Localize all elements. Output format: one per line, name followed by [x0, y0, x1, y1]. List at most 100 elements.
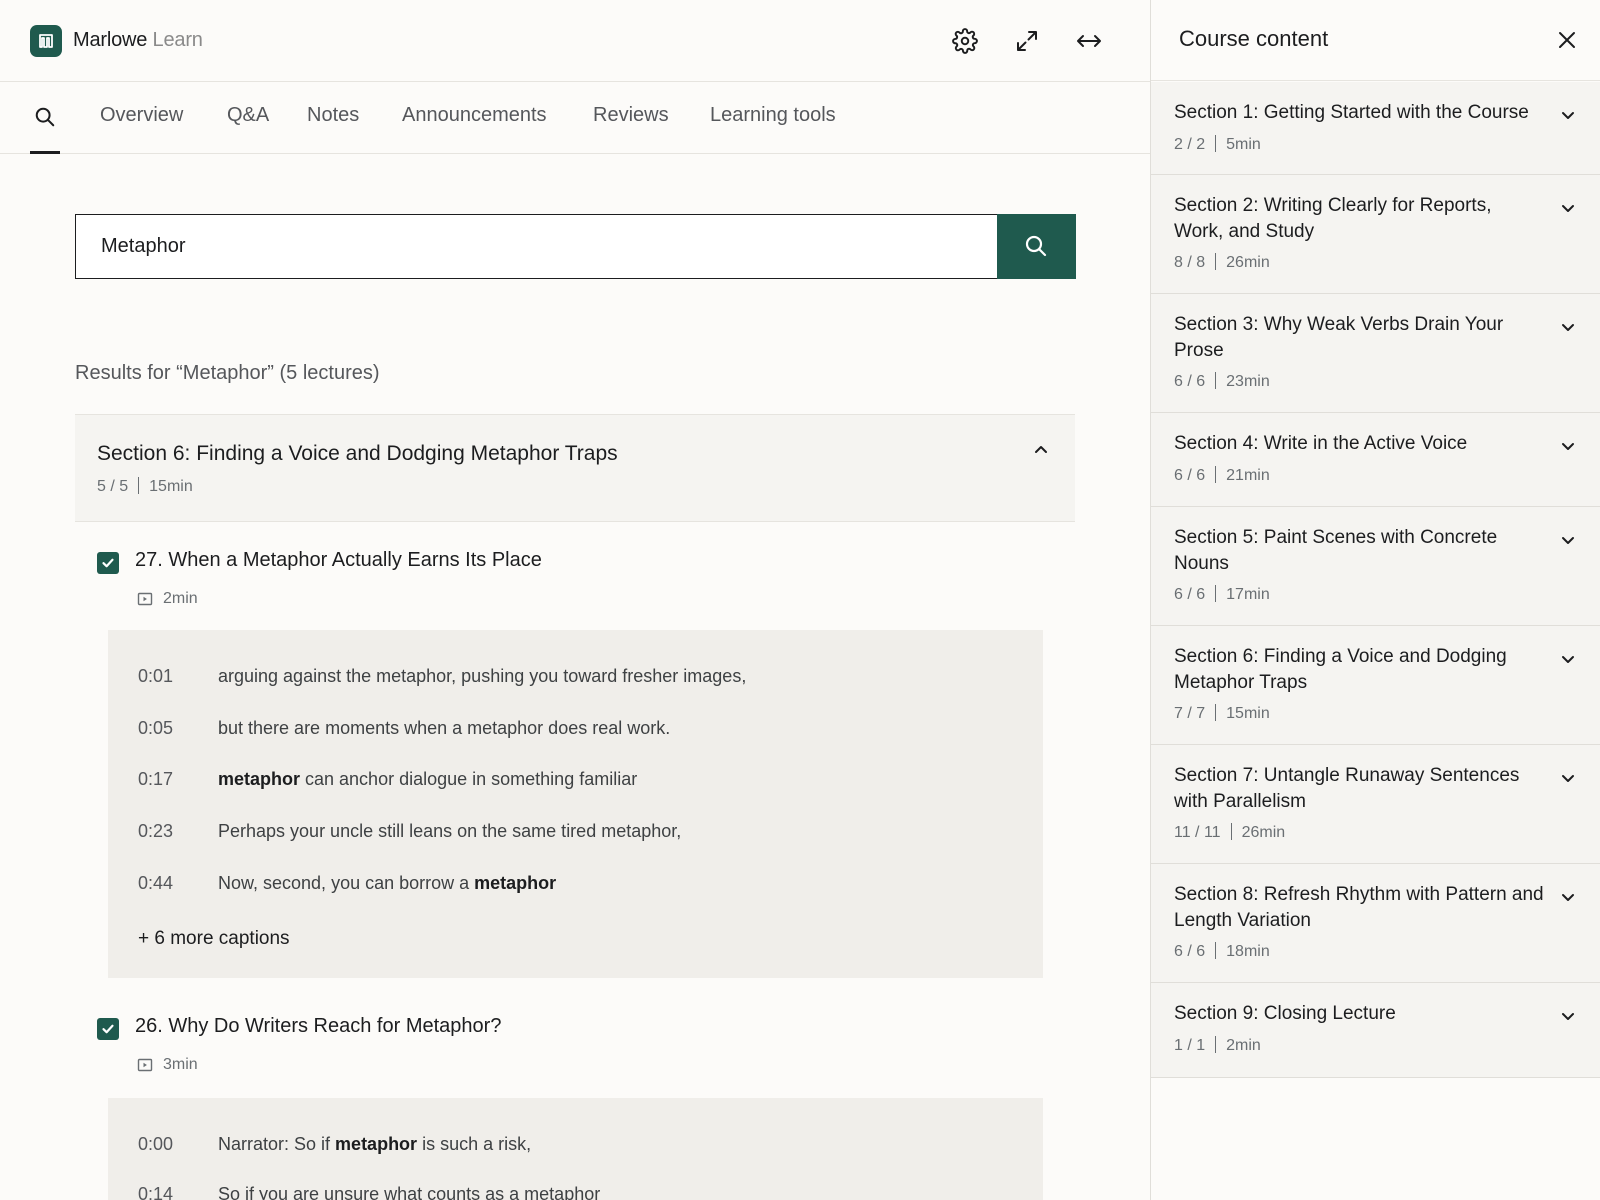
lecture-duration-text: 2min: [163, 590, 198, 607]
video-icon: [137, 1058, 153, 1072]
more-captions-link[interactable]: + 6 more captions: [138, 928, 290, 950]
sidebar-section-meta: 1 / 1 2min: [1174, 1036, 1261, 1055]
sidebar-section-progress: 7 / 7: [1174, 705, 1206, 722]
chevron-down-icon: [1559, 1007, 1577, 1030]
sidebar-section-duration: 18min: [1226, 943, 1270, 960]
sidebar-section-progress: 1 / 1: [1174, 1037, 1206, 1054]
caption-row[interactable]: 0:00 Narrator: So if metaphor is such a r…: [138, 1134, 531, 1155]
sidebar-section-title: Section 2: Writing Clearly for Reports, …: [1174, 195, 1492, 242]
video-icon: [137, 592, 153, 606]
caption-time: 0:01: [138, 666, 174, 686]
sidebar-section-6[interactable]: Section 6: Finding a Voice and Dodging M…: [1151, 626, 1600, 745]
main-panel: Marlowe Learn Overview Q&A Notes Announc…: [0, 0, 1150, 1200]
sidebar-section-3[interactable]: Section 3: Why Weak Verbs Drain Your Pro…: [1151, 294, 1600, 413]
checkmark-icon: [102, 1024, 114, 1034]
checkmark-icon: [102, 558, 114, 568]
chevron-up-icon: [1032, 441, 1050, 464]
sidebar-section-2[interactable]: Section 2: Writing Clearly for Reports, …: [1151, 175, 1600, 294]
tab-announcements[interactable]: Announcements: [402, 104, 547, 127]
sidebar-section-progress: 6 / 6: [1174, 586, 1206, 603]
sidebar-section-9[interactable]: Section 9: Closing Lecture 1 / 1 2min: [1151, 983, 1600, 1078]
chevron-down-icon: [1559, 437, 1577, 460]
meta-divider: [1215, 135, 1217, 152]
meta-divider: [1215, 466, 1217, 483]
caption-row[interactable]: 0:05 but there are moments when a metapho…: [138, 718, 670, 739]
sidebar-section-progress: 6 / 6: [1174, 943, 1206, 960]
caption-time: 0:05: [138, 718, 174, 738]
close-icon[interactable]: [1555, 28, 1579, 52]
chevron-down-icon: [1559, 888, 1577, 911]
sidebar-section-duration: 5min: [1226, 136, 1261, 153]
result-section-header[interactable]: Section 6: Finding a Voice and Dodging M…: [75, 414, 1075, 522]
lecture-duration-text: 3min: [163, 1056, 198, 1073]
caption-time: 0:00: [138, 1134, 174, 1154]
results-title: Results for “Metaphor” (5 lectures): [75, 362, 380, 384]
lecture-title[interactable]: 26. Why Do Writers Reach for Metaphor?: [135, 1015, 501, 1038]
sidebar-section-duration: 26min: [1241, 824, 1286, 841]
caption-row[interactable]: 0:23 Perhaps your uncle still leans on th…: [138, 821, 681, 842]
sidebar-section-duration: 2min: [1226, 1037, 1261, 1054]
caption-row[interactable]: 0:01 arguing against the metaphor, pushin…: [138, 666, 746, 687]
sidebar-section-duration: 26min: [1226, 254, 1270, 271]
caption-row[interactable]: 0:14 So if you are unsure what counts as …: [138, 1184, 600, 1200]
sidebar-section-meta: 7 / 7 15min: [1174, 704, 1270, 723]
caption-text: So if you are unsure what counts as a me…: [218, 1184, 601, 1200]
caption-time: 0:14: [138, 1184, 174, 1200]
caption-text: arguing against the metaphor, pushing yo…: [218, 666, 747, 686]
sidebar-section-duration: 15min: [1226, 705, 1270, 722]
meta-divider: [1230, 823, 1232, 840]
caption-text: is such a risk,: [417, 1134, 532, 1154]
tab-search[interactable]: [30, 82, 60, 154]
gear-icon[interactable]: [948, 24, 982, 58]
sidebar-section-8[interactable]: Section 8: Refresh Rhythm with Pattern a…: [1151, 864, 1600, 983]
tab-qa[interactable]: Q&A: [227, 104, 269, 127]
caption-highlight: metaphor: [474, 873, 557, 893]
lecture-checkbox[interactable]: [97, 1018, 119, 1040]
tab-learning-tools[interactable]: Learning tools: [710, 104, 836, 127]
caption-text: Narrator: So if: [218, 1134, 336, 1154]
meta-divider: [1215, 585, 1217, 602]
sidebar-section-progress: 8 / 8: [1174, 254, 1206, 271]
tab-overview[interactable]: Overview: [100, 104, 183, 127]
sidebar-empty-area: [1151, 1078, 1600, 1200]
sidebar-section-duration: 21min: [1226, 467, 1270, 484]
sidebar-section-meta: 2 / 2 5min: [1174, 135, 1261, 154]
sidebar-section-meta: 6 / 6 18min: [1174, 942, 1270, 961]
result-section-title: Section 6: Finding a Voice and Dodging M…: [97, 442, 618, 465]
course-content-sidebar: Course content Section 1: Getting Starte…: [1150, 0, 1600, 1200]
caption-time: 0:17: [138, 769, 174, 789]
caption-row[interactable]: 0:17 metaphor can anchor dialogue in some…: [138, 769, 637, 790]
lecture-checkbox[interactable]: [97, 552, 119, 574]
caption-row[interactable]: 0:44 Now, second, you can borrow a metaph…: [138, 873, 556, 894]
caption-text: Perhaps your uncle still leans on the sa…: [218, 821, 682, 841]
caption-time: 0:23: [138, 821, 174, 841]
result-section-meta: 5 / 5 15min: [97, 477, 193, 496]
lecture-title[interactable]: 27. When a Metaphor Actually Earns Its P…: [135, 549, 542, 572]
tab-bar: Overview Q&A Notes Announcements Reviews…: [0, 82, 1150, 154]
sidebar-section-1[interactable]: Section 1: Getting Started with the Cour…: [1151, 82, 1600, 175]
lecture-duration: 2min: [137, 590, 198, 608]
logo-icon[interactable]: [30, 25, 62, 57]
expand-icon[interactable]: [1010, 24, 1044, 58]
meta-divider: [1215, 942, 1217, 959]
captions-panel: 0:01 arguing against the metaphor, pushin…: [108, 630, 1043, 978]
search-input[interactable]: [76, 215, 996, 277]
sidebar-section-meta: 8 / 8 26min: [1174, 253, 1270, 272]
search-button[interactable]: [996, 213, 1076, 279]
tab-notes[interactable]: Notes: [307, 104, 359, 127]
lecture-duration: 3min: [137, 1056, 198, 1074]
chevron-down-icon: [1559, 106, 1577, 129]
sidebar-section-progress: 11 / 11: [1174, 824, 1221, 841]
sidebar-section-meta: 6 / 6 17min: [1174, 585, 1270, 604]
caption-time: 0:44: [138, 873, 174, 893]
sidebar-section-duration: 17min: [1226, 586, 1270, 603]
chevron-down-icon: [1559, 769, 1577, 792]
arrows-horizontal-icon[interactable]: [1072, 24, 1106, 58]
sidebar-section-7[interactable]: Section 7: Untangle Runaway Sentences wi…: [1151, 745, 1600, 864]
sidebar-header: Course content: [1151, 0, 1600, 81]
sidebar-section-4[interactable]: Section 4: Write in the Active Voice 6 / …: [1151, 413, 1600, 507]
tab-reviews[interactable]: Reviews: [593, 104, 669, 127]
sidebar-section-title: Section 9: Closing Lecture: [1174, 1003, 1396, 1024]
caption-text: can anchor dialogue in something familia…: [300, 769, 638, 789]
sidebar-section-5[interactable]: Section 5: Paint Scenes with Concrete No…: [1151, 507, 1600, 626]
